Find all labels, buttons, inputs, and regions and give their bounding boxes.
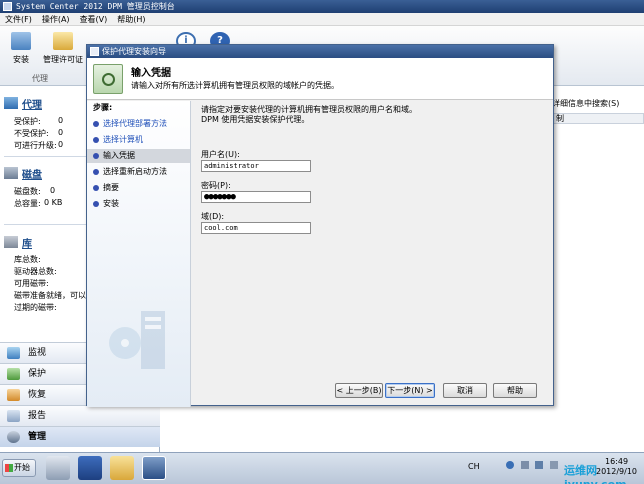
wizard-header: 输入凭据 请输入对所有所选计算机拥有管理员权限的域帐户的凭据。 <box>87 58 553 100</box>
domain-label: 域(D): <box>201 212 225 221</box>
libraries-drives-label: 驱动器总数: <box>14 267 57 276</box>
server-disc-watermark-icon <box>109 311 165 369</box>
workspace-management[interactable]: 管理 <box>0 426 160 447</box>
window-title: System Center 2012 DPM 管理员控制台 <box>16 2 175 11</box>
explorer-folder-icon[interactable] <box>110 456 134 480</box>
menu-file[interactable]: 文件(F) <box>0 13 37 26</box>
monitoring-icon <box>7 347 20 359</box>
domain-field[interactable]: cool.com <box>201 222 311 234</box>
disks-capacity-label: 总容量: <box>14 199 41 208</box>
dialog-title-bar[interactable]: 保护代理安装向导 <box>87 45 553 58</box>
steps-label: 步骤: <box>93 103 113 112</box>
agent-icon <box>4 97 18 109</box>
license-icon <box>53 32 73 50</box>
volume-icon[interactable] <box>549 461 558 469</box>
dpm-console-taskbar-icon[interactable] <box>142 456 166 480</box>
libraries-header[interactable]: 库 <box>22 235 32 250</box>
step-select-restart-method: 选择重新启动方法 <box>87 165 190 179</box>
username-field[interactable]: administrator <box>201 160 311 172</box>
menu-help[interactable]: 帮助(H) <box>112 13 150 26</box>
column-header[interactable]: 制 <box>552 113 644 124</box>
agents-upgradable-value: 0 <box>58 140 64 149</box>
libraries-expired-tapes-label: 过期的磁带: <box>14 303 57 312</box>
windows-logo-icon <box>5 464 13 472</box>
system-tray: CH <box>468 461 558 471</box>
disks-count-label: 磁盘数: <box>14 187 41 196</box>
recovery-icon <box>7 389 20 401</box>
step-bullet-icon <box>93 185 99 191</box>
libraries-ready-tapes-label: 磁带准备就绪，可以Ü <box>14 291 92 300</box>
management-gear-icon <box>7 431 20 443</box>
library-icon <box>4 236 18 248</box>
wizard-app-icon <box>90 47 99 56</box>
window-title-bar: System Center 2012 DPM 管理员控制台 <box>0 0 644 13</box>
protection-icon <box>7 368 20 380</box>
agents-protected-value: 0 <box>58 116 64 125</box>
password-field[interactable]: ●●●●●●● <box>201 191 311 203</box>
disks-header[interactable]: 磁盘 <box>22 166 42 181</box>
install-button[interactable]: 安装 <box>6 32 36 65</box>
reporting-icon <box>7 410 20 422</box>
agents-upgradable-label: 可进行升级: <box>14 141 57 150</box>
next-button[interactable]: 下一步(N) > <box>385 383 435 398</box>
disks-capacity-value: 0 KB <box>44 198 63 207</box>
search-details-link[interactable]: 详细信息中搜索(S) <box>552 98 619 109</box>
step-select-computers[interactable]: 选择计算机 <box>87 133 190 147</box>
wizard-steps-pane: 步骤: 选择代理部署方法 选择计算机 输入凭据 选择重新启动方法 摘要 安装 <box>87 101 191 407</box>
step-bullet-icon <box>93 121 99 127</box>
credentials-clock-icon <box>93 64 123 94</box>
step-bullet-icon <box>93 169 99 175</box>
app-icon <box>3 2 12 11</box>
libraries-total-label: 库总数: <box>14 255 41 264</box>
wizard-page-subtitle: 请输入对所有所选计算机拥有管理员权限的域帐户的凭据。 <box>131 81 339 90</box>
wizard-content: 请指定对要安装代理的计算机拥有管理员权限的用户名和域。 DPM 使用凭据安装保护… <box>197 101 553 371</box>
toolbar-group-label: 代理 <box>32 74 48 83</box>
menu-bar: 文件(F) 操作(A) 查看(V) 帮助(H) <box>0 13 644 26</box>
step-bullet-icon <box>93 137 99 143</box>
protection-agent-install-wizard: 保护代理安装向导 输入凭据 请输入对所有所选计算机拥有管理员权限的域帐户的凭据。… <box>86 44 554 407</box>
site-watermark: 运维网 iyunv.com <box>564 464 627 484</box>
install-icon <box>11 32 31 50</box>
disk-icon <box>4 167 18 179</box>
agents-header[interactable]: 代理 <box>22 96 42 111</box>
start-button[interactable]: 开始 <box>2 459 36 477</box>
wizard-page-title: 输入凭据 <box>131 68 171 79</box>
menu-action[interactable]: 操作(A) <box>37 13 75 26</box>
password-label: 密码(P): <box>201 181 231 190</box>
cancel-button[interactable]: 取消 <box>443 383 487 398</box>
network-icon[interactable] <box>535 461 544 469</box>
dialog-title: 保护代理安装向导 <box>102 47 166 56</box>
menu-view[interactable]: 查看(V) <box>75 13 113 26</box>
step-install: 安装 <box>87 197 190 211</box>
username-label: 用户名(U): <box>201 150 240 159</box>
disks-count-value: 0 <box>50 186 56 195</box>
back-button[interactable]: < 上一步(B) <box>335 383 383 398</box>
step-enter-credentials[interactable]: 输入凭据 <box>87 149 190 163</box>
step-bullet-icon <box>93 153 99 159</box>
step-select-deployment-method[interactable]: 选择代理部署方法 <box>87 117 190 131</box>
wizard-button-row: < 上一步(B) 下一步(N) > 取消 帮助 <box>87 381 553 401</box>
step-summary: 摘要 <box>87 181 190 195</box>
libraries-available-tapes-label: 可用磁带: <box>14 279 49 288</box>
help-tray-icon[interactable] <box>506 461 515 469</box>
server-manager-icon[interactable] <box>46 456 70 480</box>
agents-unprotected-label: 不受保护: <box>14 129 49 138</box>
workspace-reporting[interactable]: 报告 <box>0 405 160 426</box>
input-language[interactable]: CH <box>468 462 480 471</box>
credentials-instructions: 请指定对要安装代理的计算机拥有管理员权限的用户名和域。 DPM 使用凭据安装保护… <box>201 105 417 124</box>
agents-unprotected-value: 0 <box>58 128 64 137</box>
help-dialog-button[interactable]: 帮助 <box>493 383 537 398</box>
manage-license-button[interactable]: 管理许可证 <box>40 32 86 65</box>
taskbar: 开始 CH 16:49 2012/9/10 <box>0 452 644 484</box>
powershell-icon[interactable] <box>78 456 102 480</box>
agents-protected-label: 受保护: <box>14 117 41 126</box>
step-bullet-icon <box>93 201 99 207</box>
action-center-icon[interactable] <box>520 461 529 469</box>
